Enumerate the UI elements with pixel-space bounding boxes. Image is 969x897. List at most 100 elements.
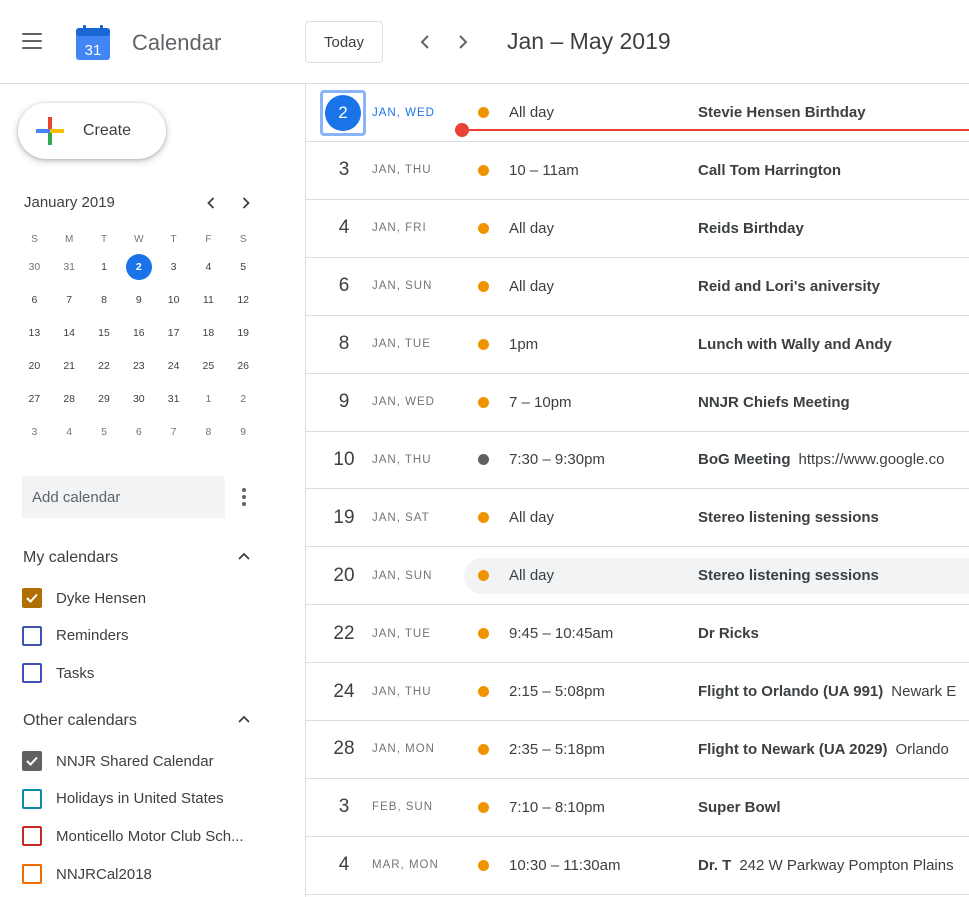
- calendar-logo-icon[interactable]: 31: [74, 24, 112, 62]
- mini-day-cell[interactable]: 2: [121, 253, 156, 280]
- my-calendars-collapse-icon[interactable]: [237, 549, 251, 563]
- my-calendars-title[interactable]: My calendars: [23, 549, 118, 567]
- mini-day-cell[interactable]: 14: [52, 327, 87, 339]
- calendar-checkbox[interactable]: [22, 588, 42, 608]
- mini-day-cell[interactable]: 27: [17, 393, 52, 405]
- mini-day-cell[interactable]: 3: [156, 261, 191, 273]
- event-title[interactable]: Stereo listening sessions: [698, 547, 879, 604]
- calendar-item[interactable]: NNJRCal2018: [22, 860, 152, 888]
- mini-day-cell[interactable]: 17: [156, 327, 191, 339]
- event-day-number[interactable]: 9: [326, 374, 362, 431]
- event-title[interactable]: Stevie Hensen Birthday: [698, 84, 866, 141]
- mini-day-cell[interactable]: 6: [17, 294, 52, 306]
- agenda-row[interactable]: 4 MAR, MON 10:30 – 11:30am Dr. T 242 W Parkw…: [306, 837, 969, 895]
- prev-period-button[interactable]: [412, 28, 438, 56]
- add-calendar-input[interactable]: [22, 476, 225, 518]
- event-day-number[interactable]: 20: [326, 547, 362, 604]
- mini-day-cell[interactable]: 12: [226, 294, 261, 306]
- calendar-checkbox[interactable]: [22, 826, 42, 847]
- mini-day-cell[interactable]: 28: [52, 393, 87, 405]
- more-options-icon[interactable]: [240, 485, 248, 509]
- event-title[interactable]: Flight to Orlando (UA 991) Newark E: [698, 663, 956, 720]
- event-title[interactable]: Super Bowl: [698, 779, 781, 836]
- event-day-number[interactable]: 10: [326, 431, 362, 488]
- today-date-marker[interactable]: 2: [320, 90, 366, 136]
- agenda-row[interactable]: 8 JAN, TUE 1pm Lunch with Wally and Andy: [306, 316, 969, 374]
- mini-day-cell[interactable]: 7: [52, 294, 87, 306]
- mini-day-cell[interactable]: 2: [226, 393, 261, 405]
- agenda-row[interactable]: 6 JAN, SUN All day Reid and Lori's aniversi…: [306, 258, 969, 316]
- mini-day-cell[interactable]: 30: [17, 261, 52, 273]
- calendar-item[interactable]: Tasks: [22, 659, 94, 687]
- mini-day-cell[interactable]: 9: [121, 294, 156, 306]
- event-title[interactable]: Dr. T 242 W Parkway Pompton Plains: [698, 837, 954, 894]
- mini-day-cell[interactable]: 16: [121, 327, 156, 339]
- calendar-item[interactable]: Dyke Hensen: [22, 584, 146, 612]
- event-day-number[interactable]: 3: [326, 142, 362, 199]
- calendar-checkbox[interactable]: [22, 663, 42, 684]
- mini-day-cell[interactable]: 24: [156, 360, 191, 372]
- agenda-row[interactable]: 3 JAN, THU 10 – 11am Call Tom Harrington: [306, 142, 969, 200]
- mini-day-cell[interactable]: 8: [191, 426, 226, 438]
- event-day-number[interactable]: 28: [326, 721, 362, 778]
- calendar-checkbox[interactable]: [22, 625, 42, 646]
- mini-day-cell[interactable]: 30: [121, 393, 156, 405]
- mini-day-cell[interactable]: 5: [87, 426, 122, 438]
- calendar-item[interactable]: Holidays in United States: [22, 785, 224, 813]
- mini-next-month-button[interactable]: [235, 192, 257, 214]
- event-day-number[interactable]: 19: [326, 489, 362, 546]
- mini-prev-month-button[interactable]: [200, 192, 222, 214]
- calendar-checkbox[interactable]: [22, 864, 42, 885]
- mini-day-cell[interactable]: 1: [87, 261, 122, 273]
- mini-day-cell[interactable]: 31: [156, 393, 191, 405]
- agenda-row[interactable]: 20 JAN, SUN All day Stereo listening sessio…: [306, 547, 969, 606]
- mini-day-cell[interactable]: 10: [156, 294, 191, 306]
- event-day-number[interactable]: 24: [326, 663, 362, 720]
- mini-day-cell[interactable]: 6: [121, 426, 156, 438]
- mini-day-cell[interactable]: 3: [17, 426, 52, 438]
- calendar-item[interactable]: Reminders: [22, 622, 129, 650]
- event-title[interactable]: Reids Birthday: [698, 200, 804, 257]
- agenda-row[interactable]: 28 JAN, MON 2:35 – 5:18pm Flight to Newark …: [306, 721, 969, 779]
- event-title[interactable]: Lunch with Wally and Andy: [698, 316, 892, 373]
- mini-day-cell[interactable]: 5: [226, 261, 261, 273]
- event-day-number[interactable]: 4: [326, 200, 362, 257]
- event-title[interactable]: Reid and Lori's aniversity: [698, 258, 880, 315]
- event-day-number[interactable]: 3: [326, 779, 362, 836]
- calendar-checkbox[interactable]: [22, 788, 42, 809]
- mini-day-cell[interactable]: 21: [52, 360, 87, 372]
- mini-day-cell[interactable]: 8: [87, 294, 122, 306]
- mini-day-cell[interactable]: 23: [121, 360, 156, 372]
- create-button[interactable]: Create: [18, 103, 166, 159]
- agenda-row[interactable]: 24 JAN, THU 2:15 – 5:08pm Flight to Orlando…: [306, 663, 969, 721]
- mini-day-cell[interactable]: 4: [52, 426, 87, 438]
- mini-day-cell[interactable]: 4: [191, 261, 226, 273]
- mini-day-cell[interactable]: 9: [226, 426, 261, 438]
- mini-day-cell[interactable]: 31: [52, 261, 87, 273]
- event-day-number[interactable]: 22: [326, 605, 362, 662]
- mini-day-cell[interactable]: 1: [191, 393, 226, 405]
- mini-day-cell[interactable]: 13: [17, 327, 52, 339]
- mini-day-cell[interactable]: 19: [226, 327, 261, 339]
- event-title[interactable]: NNJR Chiefs Meeting: [698, 374, 850, 431]
- event-title[interactable]: Dr Ricks: [698, 605, 759, 662]
- mini-day-cell[interactable]: 22: [87, 360, 122, 372]
- mini-day-cell[interactable]: 15: [87, 327, 122, 339]
- mini-day-cell[interactable]: 7: [156, 426, 191, 438]
- other-calendars-title[interactable]: Other calendars: [23, 712, 137, 730]
- event-title[interactable]: Flight to Newark (UA 2029) Orlando: [698, 721, 949, 778]
- agenda-row[interactable]: 22 JAN, TUE 9:45 – 10:45am Dr Ricks: [306, 605, 969, 664]
- event-title[interactable]: Stereo listening sessions: [698, 489, 879, 546]
- mini-day-cell[interactable]: 18: [191, 327, 226, 339]
- agenda-row[interactable]: 19 JAN, SAT All day Stereo listening sessio…: [306, 489, 969, 548]
- agenda-row[interactable]: 2 JAN, WED All day Stevie Hensen Birthday: [306, 84, 969, 142]
- event-title[interactable]: Call Tom Harrington: [698, 142, 841, 199]
- agenda-row[interactable]: 9 JAN, WED 7 – 10pm NNJR Chiefs Meeting: [306, 374, 969, 432]
- calendar-checkbox[interactable]: [22, 751, 42, 771]
- calendar-item[interactable]: NNJR Shared Calendar: [22, 747, 214, 775]
- main-menu-icon[interactable]: [22, 33, 42, 49]
- event-day-number[interactable]: 8: [326, 316, 362, 373]
- mini-day-cell[interactable]: 26: [226, 360, 261, 372]
- agenda-row[interactable]: 3 FEB, SUN 7:10 – 8:10pm Super Bowl: [306, 779, 969, 837]
- other-calendars-collapse-icon[interactable]: [237, 712, 251, 726]
